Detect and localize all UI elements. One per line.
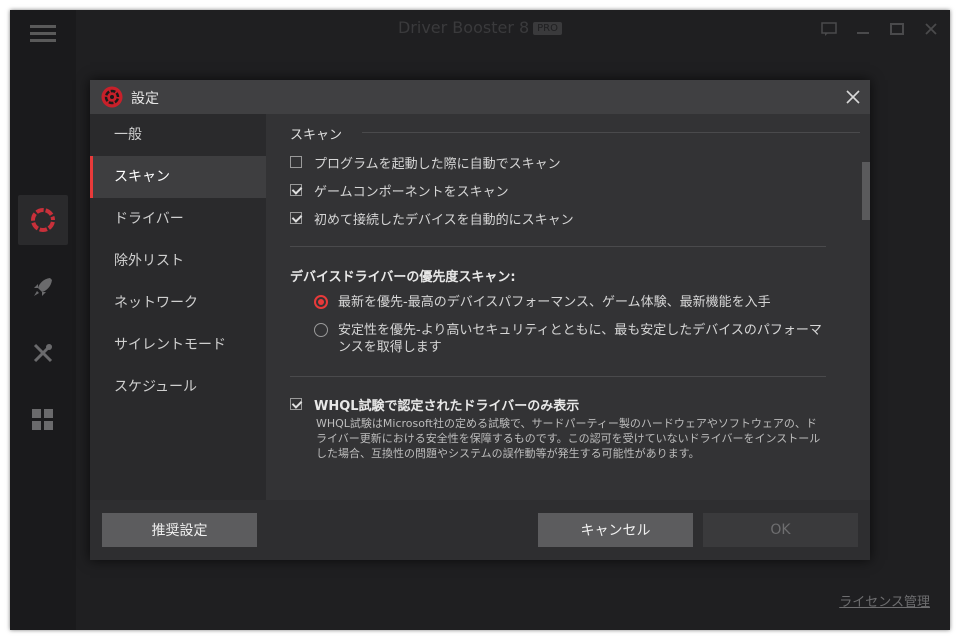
radio-label: 安定性を優先-より高いセキュリティとともに、最も安定したデバイスのパフォーマンス… (338, 323, 822, 355)
checkbox-box[interactable] (290, 156, 302, 168)
settings-sidebar: 一般 スキャン ドライバー 除外リスト ネットワーク サイレントモード スケジュ… (90, 114, 266, 500)
dialog-titlebar: 設定 (90, 80, 870, 114)
sidebar-item-network[interactable]: ネットワーク (90, 282, 266, 324)
checkbox-label: WHQL試験で認定されたドライバーのみ表示 (314, 398, 580, 414)
checkbox-label: ゲームコンポーネントをスキャン (314, 184, 509, 200)
rocket-icon[interactable] (18, 262, 68, 312)
settings-dialog: 設定 一般 スキャン ドライバー 除外リスト ネットワーク サイレントモード ス… (90, 80, 870, 560)
radio-button[interactable] (314, 295, 328, 309)
app-title-text: Driver Booster 8 (397, 18, 530, 37)
radio-button[interactable] (314, 323, 328, 337)
dialog-title: 設定 (131, 91, 159, 107)
radio-label: 最新を優先-最高のデバイスパフォーマンス、ゲーム体験、最新機能を入手 (338, 295, 771, 310)
ok-button[interactable]: OK (703, 513, 858, 547)
recommended-settings-button[interactable]: 推奨設定 (102, 513, 257, 547)
divider (290, 246, 826, 247)
scan-new-devices-checkbox[interactable]: 初めて接続したデバイスを自動的にスキャン (290, 208, 574, 228)
checkbox-label: 初めて接続したデバイスを自動的にスキャン (314, 212, 574, 228)
close-window-icon[interactable] (922, 20, 940, 38)
close-icon[interactable] (844, 88, 862, 106)
sidebar-item-exclusion-list[interactable]: 除外リスト (90, 240, 266, 282)
feedback-icon[interactable] (820, 20, 838, 38)
tools-icon[interactable] (18, 328, 68, 378)
sidebar-item-scan[interactable]: スキャン (90, 156, 266, 198)
maximize-icon[interactable] (888, 20, 906, 38)
app-logo-icon (101, 86, 123, 108)
checkbox-box[interactable] (290, 398, 302, 410)
section-divider (362, 132, 860, 133)
sidebar-item-silent-mode[interactable]: サイレントモード (90, 324, 266, 366)
auto-scan-on-start-checkbox[interactable]: プログラムを起動した際に自動でスキャン (290, 152, 561, 172)
minimize-icon[interactable] (854, 20, 872, 38)
apps-icon[interactable] (18, 395, 68, 445)
license-link[interactable]: ライセンス管理 (839, 591, 930, 610)
priority-latest-radio[interactable]: 最新を優先-最高のデバイスパフォーマンス、ゲーム体験、最新機能を入手 (314, 294, 828, 311)
priority-stability-radio[interactable]: 安定性を優先-より高いセキュリティとともに、最も安定したデバイスのパフォーマンス… (314, 322, 828, 356)
cancel-button[interactable]: キャンセル (538, 513, 693, 547)
left-rail (10, 10, 76, 630)
sidebar-item-driver[interactable]: ドライバー (90, 198, 266, 240)
scan-icon[interactable] (18, 195, 68, 245)
whql-description: WHQL試験はMicrosoft社の定める試験で、サードパーティー製のハードウェ… (316, 417, 821, 460)
pro-badge: PRO (533, 22, 563, 35)
app-title: Driver Booster 8 PRO (10, 18, 950, 37)
checkbox-label: プログラムを起動した際に自動でスキャン (314, 156, 561, 172)
dialog-footer: 推奨設定 キャンセル OK (90, 500, 870, 560)
whql-only-checkbox[interactable]: WHQL試験で認定されたドライバーのみ表示 (290, 394, 579, 414)
section-title: スキャン (290, 128, 343, 143)
sidebar-item-schedule[interactable]: スケジュール (90, 366, 266, 408)
checkbox-box[interactable] (290, 184, 302, 196)
checkbox-box[interactable] (290, 212, 302, 224)
sidebar-item-general[interactable]: 一般 (90, 114, 266, 156)
divider (290, 376, 826, 377)
priority-scan-title: デバイスドライバーの優先度スキャン: (290, 270, 516, 285)
scan-game-components-checkbox[interactable]: ゲームコンポーネントをスキャン (290, 180, 509, 200)
scrollbar-thumb[interactable] (862, 162, 870, 220)
scan-settings-panel: スキャン プログラムを起動した際に自動でスキャン ゲームコンポーネントをスキャン… (266, 114, 870, 500)
